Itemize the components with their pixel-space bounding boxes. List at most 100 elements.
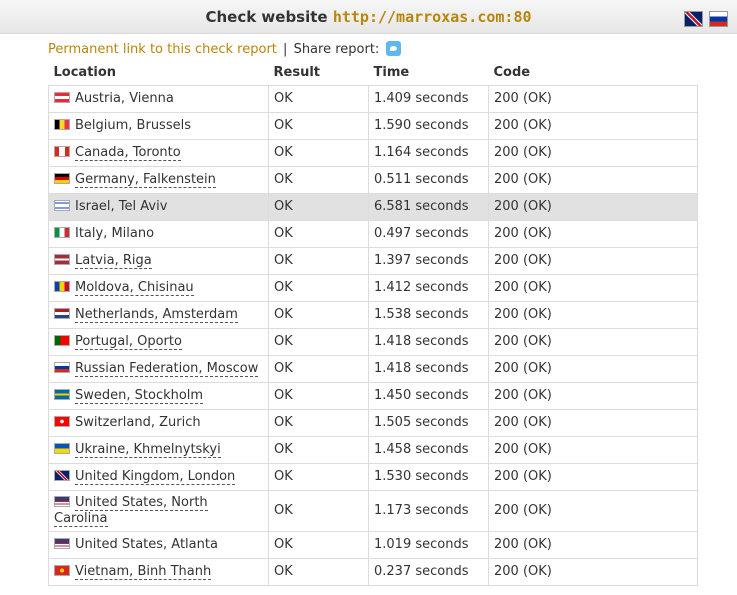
time-cell: 1.450 seconds xyxy=(368,382,489,410)
location-name[interactable]: Portugal, Oporto xyxy=(75,334,182,350)
location-cell: Canada, Toronto xyxy=(48,139,269,167)
title-prefix: Check website xyxy=(205,8,328,26)
country-flag-icon xyxy=(54,173,70,184)
table-row: Belgium, Brussels OK 1.590 seconds 200 (OK) xyxy=(48,112,698,140)
code-cell: 200 (OK) xyxy=(488,558,698,586)
country-flag-icon xyxy=(54,227,70,238)
table-row: United Kingdom, London OK 1.530 seconds 200… xyxy=(48,463,698,491)
table-row: Italy, Milano OK 0.497 seconds 200 (OK) xyxy=(48,220,698,248)
location-name[interactable]: Moldova, Chisinau xyxy=(75,280,194,296)
table-row: Switzerland, Zurich OK 1.505 seconds 200 (O… xyxy=(48,409,698,437)
country-flag-icon xyxy=(54,416,70,427)
location-name[interactable]: Vietnam, Binh Thanh xyxy=(75,564,212,580)
header-result[interactable]: Result xyxy=(268,59,369,86)
time-cell: 1.530 seconds xyxy=(368,463,489,491)
result-cell: OK xyxy=(268,355,369,383)
result-cell: OK xyxy=(268,490,369,532)
time-cell: 1.418 seconds xyxy=(368,328,489,356)
table-row: United States, North Carolina OK 1.173 sec… xyxy=(48,490,698,532)
result-cell: OK xyxy=(268,409,369,437)
result-cell: OK xyxy=(268,112,369,140)
country-flag-icon xyxy=(54,200,70,211)
table-row: United States, Atlanta OK 1.019 seconds 200… xyxy=(48,531,698,559)
checked-url[interactable]: http://marroxas.com:80 xyxy=(333,8,532,26)
results-body: Austria, Vienna OK 1.409 seconds 200 (OK) Be… xyxy=(48,85,698,586)
code-cell: 200 (OK) xyxy=(488,112,698,140)
table-row: Portugal, Oporto OK 1.418 seconds 200 (OK) xyxy=(48,328,698,356)
result-cell: OK xyxy=(268,85,369,113)
location-cell: United Kingdom, London xyxy=(48,463,269,491)
country-flag-icon xyxy=(54,538,70,549)
header-code[interactable]: Code xyxy=(488,59,698,86)
result-cell: OK xyxy=(268,220,369,248)
location-name[interactable]: Latvia, Riga xyxy=(75,253,152,269)
result-cell: OK xyxy=(268,166,369,194)
country-flag-icon xyxy=(54,470,70,481)
result-cell: OK xyxy=(268,382,369,410)
code-cell: 200 (OK) xyxy=(488,490,698,532)
time-cell: 1.505 seconds xyxy=(368,409,489,437)
time-cell: 1.019 seconds xyxy=(368,531,489,559)
location-name[interactable]: Netherlands, Amsterdam xyxy=(75,307,238,323)
time-cell: 6.581 seconds xyxy=(368,193,489,221)
country-flag-icon xyxy=(54,389,70,400)
location-name[interactable]: Germany, Falkenstein xyxy=(75,172,216,188)
location-cell: Belgium, Brussels xyxy=(48,112,269,140)
code-cell: 200 (OK) xyxy=(488,193,698,221)
location-cell: Austria, Vienna xyxy=(48,85,269,113)
table-row: Sweden, Stockholm OK 1.450 seconds 200 (OK) xyxy=(48,382,698,410)
location-cell: Italy, Milano xyxy=(48,220,269,248)
code-cell: 200 (OK) xyxy=(488,247,698,275)
time-cell: 0.497 seconds xyxy=(368,220,489,248)
location-name[interactable]: United Kingdom, London xyxy=(75,469,236,485)
code-cell: 200 (OK) xyxy=(488,274,698,302)
time-cell: 1.164 seconds xyxy=(368,139,489,167)
location-cell: Switzerland, Zurich xyxy=(48,409,269,437)
twitter-icon[interactable] xyxy=(386,41,402,56)
language-ru-icon[interactable] xyxy=(709,11,728,27)
language-en-icon[interactable] xyxy=(684,11,703,27)
code-cell: 200 (OK) xyxy=(488,328,698,356)
location-name[interactable]: Russian Federation, Moscow xyxy=(75,361,259,377)
location-cell: Germany, Falkenstein xyxy=(48,166,269,194)
location-name: Israel, Tel Aviv xyxy=(75,199,168,214)
table-row: Netherlands, Amsterdam OK 1.538 seconds 200… xyxy=(48,301,698,329)
code-cell: 200 (OK) xyxy=(488,382,698,410)
time-cell: 1.538 seconds xyxy=(368,301,489,329)
location-cell: Sweden, Stockholm xyxy=(48,382,269,410)
result-cell: OK xyxy=(268,558,369,586)
share-line: Permanent link to this check report | Sh… xyxy=(48,41,402,57)
page-title: Check website http://marroxas.com:80 xyxy=(0,8,737,26)
permanent-link[interactable]: Permanent link to this check report xyxy=(48,42,277,57)
time-cell: 1.418 seconds xyxy=(368,355,489,383)
location-cell: Moldova, Chisinau xyxy=(48,274,269,302)
country-flag-icon xyxy=(54,119,70,130)
header-time[interactable]: Time xyxy=(368,59,489,86)
time-cell: 1.590 seconds xyxy=(368,112,489,140)
result-cell: OK xyxy=(268,531,369,559)
location-cell: United States, Atlanta xyxy=(48,531,269,559)
location-cell: Ukraine, Khmelnytskyi xyxy=(48,436,269,464)
code-cell: 200 (OK) xyxy=(488,220,698,248)
share-label: Share report: xyxy=(293,42,380,57)
link-separator: | xyxy=(283,42,288,57)
code-cell: 200 (OK) xyxy=(488,85,698,113)
country-flag-icon xyxy=(54,496,70,507)
title-bar: Check website http://marroxas.com:80 xyxy=(0,0,737,34)
location-name[interactable]: Canada, Toronto xyxy=(75,145,181,161)
table-row: Ukraine, Khmelnytskyi OK 1.458 seconds 200 … xyxy=(48,436,698,464)
table-row: Russian Federation, Moscow OK 1.418 second… xyxy=(48,355,698,383)
table-row: Israel, Tel Aviv OK 6.581 seconds 200 (OK) xyxy=(48,193,698,221)
location-cell: Vietnam, Binh Thanh xyxy=(48,558,269,586)
location-name[interactable]: Ukraine, Khmelnytskyi xyxy=(75,442,221,458)
code-cell: 200 (OK) xyxy=(488,301,698,329)
table-row: Austria, Vienna OK 1.409 seconds 200 (OK) xyxy=(48,85,698,113)
location-cell: Russian Federation, Moscow xyxy=(48,355,269,383)
code-cell: 200 (OK) xyxy=(488,139,698,167)
country-flag-icon xyxy=(54,281,70,292)
header-location[interactable]: Location xyxy=(48,59,269,86)
time-cell: 0.511 seconds xyxy=(368,166,489,194)
location-name[interactable]: Sweden, Stockholm xyxy=(75,388,204,404)
code-cell: 200 (OK) xyxy=(488,463,698,491)
location-name[interactable]: United States, North Carolina xyxy=(54,495,208,527)
